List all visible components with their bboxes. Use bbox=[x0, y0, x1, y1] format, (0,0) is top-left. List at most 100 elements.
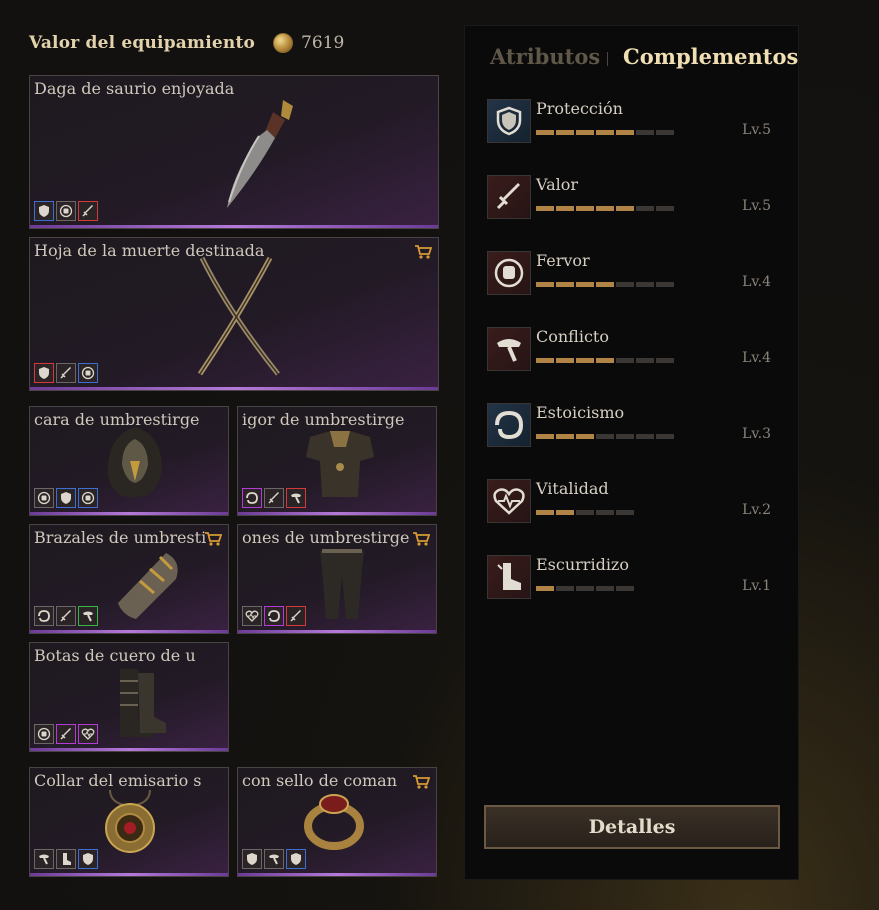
equipment-value-label: Valor del equipamiento bbox=[29, 33, 256, 53]
progress-segment bbox=[656, 206, 674, 211]
modifier-icons bbox=[34, 363, 98, 383]
cart-icon[interactable] bbox=[204, 531, 223, 551]
stoic-icon bbox=[487, 403, 531, 447]
sword-icon bbox=[56, 724, 76, 744]
progress-segment bbox=[576, 510, 594, 515]
equipment-card-blades[interactable]: Hoja de la muerte destinada bbox=[29, 237, 439, 391]
progress-segment bbox=[656, 130, 674, 135]
hammer-icon bbox=[487, 327, 531, 371]
attribute-progress-bar bbox=[536, 282, 674, 287]
equipment-card-ring[interactable]: con sello de coman bbox=[237, 767, 437, 877]
modifier-icons bbox=[34, 488, 98, 508]
attribute-level: Lv.4 bbox=[742, 350, 771, 366]
attribute-name: Protección bbox=[536, 99, 623, 118]
attribute-level: Lv.5 bbox=[742, 122, 771, 138]
progress-segment bbox=[556, 510, 574, 515]
attribute-progress-bar bbox=[536, 586, 634, 591]
attribute-level: Lv.5 bbox=[742, 198, 771, 214]
cart-icon[interactable] bbox=[414, 244, 433, 264]
item-title: Brazales de umbresti bbox=[34, 528, 207, 547]
progress-segment bbox=[576, 206, 594, 211]
chest-armor-image bbox=[306, 431, 374, 497]
progress-segment bbox=[616, 206, 634, 211]
heart-icon bbox=[78, 724, 98, 744]
sword-icon bbox=[487, 175, 531, 219]
progress-segment bbox=[556, 206, 574, 211]
progress-segment bbox=[536, 282, 554, 287]
modifier-icons bbox=[242, 488, 306, 508]
progress-segment bbox=[536, 434, 554, 439]
crossed-blades-image bbox=[197, 256, 280, 376]
progress-segment bbox=[556, 130, 574, 135]
equipment-card-dagger[interactable]: Daga de saurio enjoyada bbox=[29, 75, 439, 229]
shield-icon bbox=[34, 201, 54, 221]
attribute-row[interactable]: Vitalidad Lv.2 bbox=[487, 479, 777, 525]
sword-icon bbox=[264, 488, 284, 508]
attribute-row[interactable]: Estoicismo Lv.3 bbox=[487, 403, 777, 449]
progress-segment bbox=[596, 206, 614, 211]
heart-icon bbox=[487, 479, 531, 523]
progress-segment bbox=[656, 358, 674, 363]
equipment-card-mask[interactable]: cara de umbrestirge bbox=[29, 406, 229, 516]
modifier-icons bbox=[34, 724, 98, 744]
attribute-level: Lv.3 bbox=[742, 426, 771, 442]
progress-segment bbox=[596, 282, 614, 287]
progress-segment bbox=[556, 586, 574, 591]
stoic-icon bbox=[264, 606, 284, 626]
attribute-level: Lv.4 bbox=[742, 274, 771, 290]
item-title: Botas de cuero de u bbox=[34, 646, 196, 665]
equipment-value-header: Valor del equipamiento 7619 bbox=[29, 30, 344, 56]
item-title: con sello de coman bbox=[242, 771, 398, 790]
attribute-row[interactable]: Valor Lv.5 bbox=[487, 175, 777, 221]
progress-segment bbox=[596, 130, 614, 135]
progress-segment bbox=[576, 358, 594, 363]
attribute-progress-bar bbox=[536, 434, 674, 439]
progress-segment bbox=[556, 434, 574, 439]
attribute-name: Estoicismo bbox=[536, 403, 625, 422]
modifier-icons bbox=[242, 849, 306, 869]
progress-segment bbox=[576, 434, 594, 439]
attribute-row[interactable]: Protección Lv.5 bbox=[487, 99, 777, 145]
equipment-value: 7619 bbox=[301, 33, 345, 53]
attribute-row[interactable]: Fervor Lv.4 bbox=[487, 251, 777, 297]
dagger-image bbox=[227, 100, 293, 208]
boot-icon bbox=[487, 555, 531, 599]
attribute-row[interactable]: Conflicto Lv.4 bbox=[487, 327, 777, 373]
panel-tabs: Atributos Complementos bbox=[465, 44, 798, 76]
fist-icon bbox=[56, 201, 76, 221]
modifier-icons bbox=[34, 606, 98, 626]
item-title: Collar del emisario s bbox=[34, 771, 202, 790]
tab-complementos[interactable]: Complementos bbox=[623, 44, 798, 69]
attribute-name: Vitalidad bbox=[536, 479, 609, 498]
attribute-row[interactable]: Escurridizo Lv.1 bbox=[487, 555, 777, 601]
shield-icon bbox=[242, 849, 262, 869]
progress-segment bbox=[536, 358, 554, 363]
hammer-icon bbox=[34, 849, 54, 869]
cart-icon[interactable] bbox=[412, 531, 431, 551]
equipment-card-armor[interactable]: igor de umbrestirge bbox=[237, 406, 437, 516]
fist-icon bbox=[78, 488, 98, 508]
tab-atributos[interactable]: Atributos bbox=[490, 44, 600, 69]
cart-icon[interactable] bbox=[412, 774, 431, 794]
equipment-card-necklace[interactable]: Collar del emisario s bbox=[29, 767, 229, 877]
hammer-icon bbox=[264, 849, 284, 869]
progress-segment bbox=[596, 358, 614, 363]
item-title: ones de umbrestirge bbox=[242, 528, 410, 547]
progress-segment bbox=[656, 434, 674, 439]
progress-segment bbox=[616, 586, 634, 591]
modifier-icons bbox=[34, 849, 98, 869]
attribute-progress-bar bbox=[536, 510, 634, 515]
progress-segment bbox=[616, 282, 634, 287]
attribute-name: Escurridizo bbox=[536, 555, 629, 574]
progress-segment bbox=[636, 206, 654, 211]
progress-segment bbox=[576, 282, 594, 287]
progress-segment bbox=[536, 130, 554, 135]
equipment-card-boots[interactable]: Botas de cuero de u bbox=[29, 642, 229, 752]
equipment-card-legs[interactable]: ones de umbrestirge bbox=[237, 524, 437, 634]
details-button[interactable]: Detalles bbox=[484, 805, 780, 849]
attributes-panel: Atributos Complementos Protección Lv.5 Val… bbox=[464, 25, 799, 880]
sword-icon bbox=[56, 606, 76, 626]
progress-segment bbox=[596, 434, 614, 439]
modifier-icons bbox=[34, 201, 98, 221]
equipment-card-bracers[interactable]: Brazales de umbresti bbox=[29, 524, 229, 634]
